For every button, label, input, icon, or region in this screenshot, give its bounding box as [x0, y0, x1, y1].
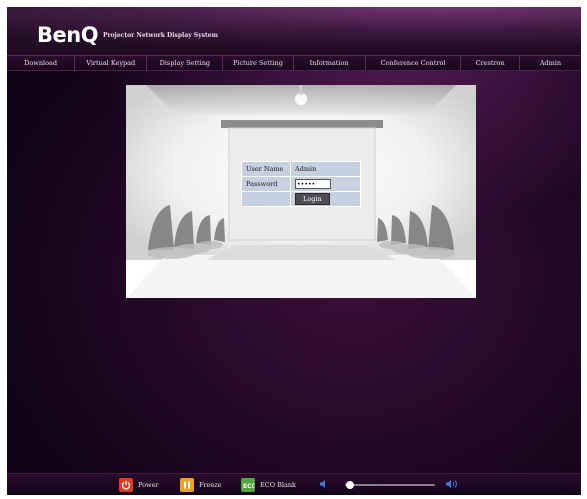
freeze-button[interactable]: Freeze [180, 478, 222, 492]
pause-icon [180, 478, 194, 492]
login-button-cell: Login [290, 191, 361, 207]
username-value: Admin [290, 161, 361, 177]
nav-item-virtual-keypad[interactable]: Virtual Keypad [74, 56, 146, 70]
nav-item-conference-control[interactable]: Conference Control [364, 56, 461, 70]
nav-item-admin[interactable]: Admin [518, 56, 581, 70]
nav-item-picture-setting[interactable]: Picture Setting [222, 56, 292, 70]
footer-bar: Power Freeze ECO ECO Blank [7, 473, 581, 495]
freeze-label: Freeze [199, 481, 222, 489]
nav-item-display-setting[interactable]: Display Setting [146, 56, 222, 70]
username-label: User Name [241, 161, 291, 177]
login-button[interactable]: Login [295, 193, 330, 205]
eco-blank-label: ECO Blank [260, 481, 296, 489]
app-frame: BenQ Projector Network Display System Do… [7, 7, 581, 495]
power-label: Power [138, 481, 159, 489]
eco-blank-icon: ECO [241, 478, 255, 492]
password-field[interactable] [295, 179, 331, 189]
volume-slider[interactable] [345, 481, 435, 489]
power-icon [119, 478, 133, 492]
username-row: User Name Admin [241, 161, 361, 177]
login-row: Login [241, 191, 361, 207]
password-cell [290, 176, 361, 192]
password-label: Password [241, 176, 291, 192]
login-form: User Name Admin Password Login [241, 161, 361, 207]
login-panel: User Name Admin Password Login [126, 85, 476, 298]
benq-logo: BenQ [37, 23, 99, 47]
eco-blank-button[interactable]: ECO ECO Blank [241, 478, 296, 492]
empty-cell [241, 191, 291, 207]
volume-down-icon[interactable] [319, 479, 329, 491]
nav-item-crestron[interactable]: Crestron [460, 56, 518, 70]
app-subtitle: Projector Network Display System [103, 32, 218, 39]
password-row: Password [241, 176, 361, 192]
power-button[interactable]: Power [119, 478, 159, 492]
header: BenQ Projector Network Display System [7, 7, 581, 55]
nav-item-download[interactable]: Download [7, 56, 74, 70]
main-nav: Download Virtual Keypad Display Setting … [7, 55, 581, 71]
volume-slider-knob[interactable] [345, 481, 354, 489]
volume-up-icon[interactable] [445, 479, 459, 491]
svg-text:ECO: ECO [243, 483, 254, 490]
nav-item-information[interactable]: Information [292, 56, 365, 70]
